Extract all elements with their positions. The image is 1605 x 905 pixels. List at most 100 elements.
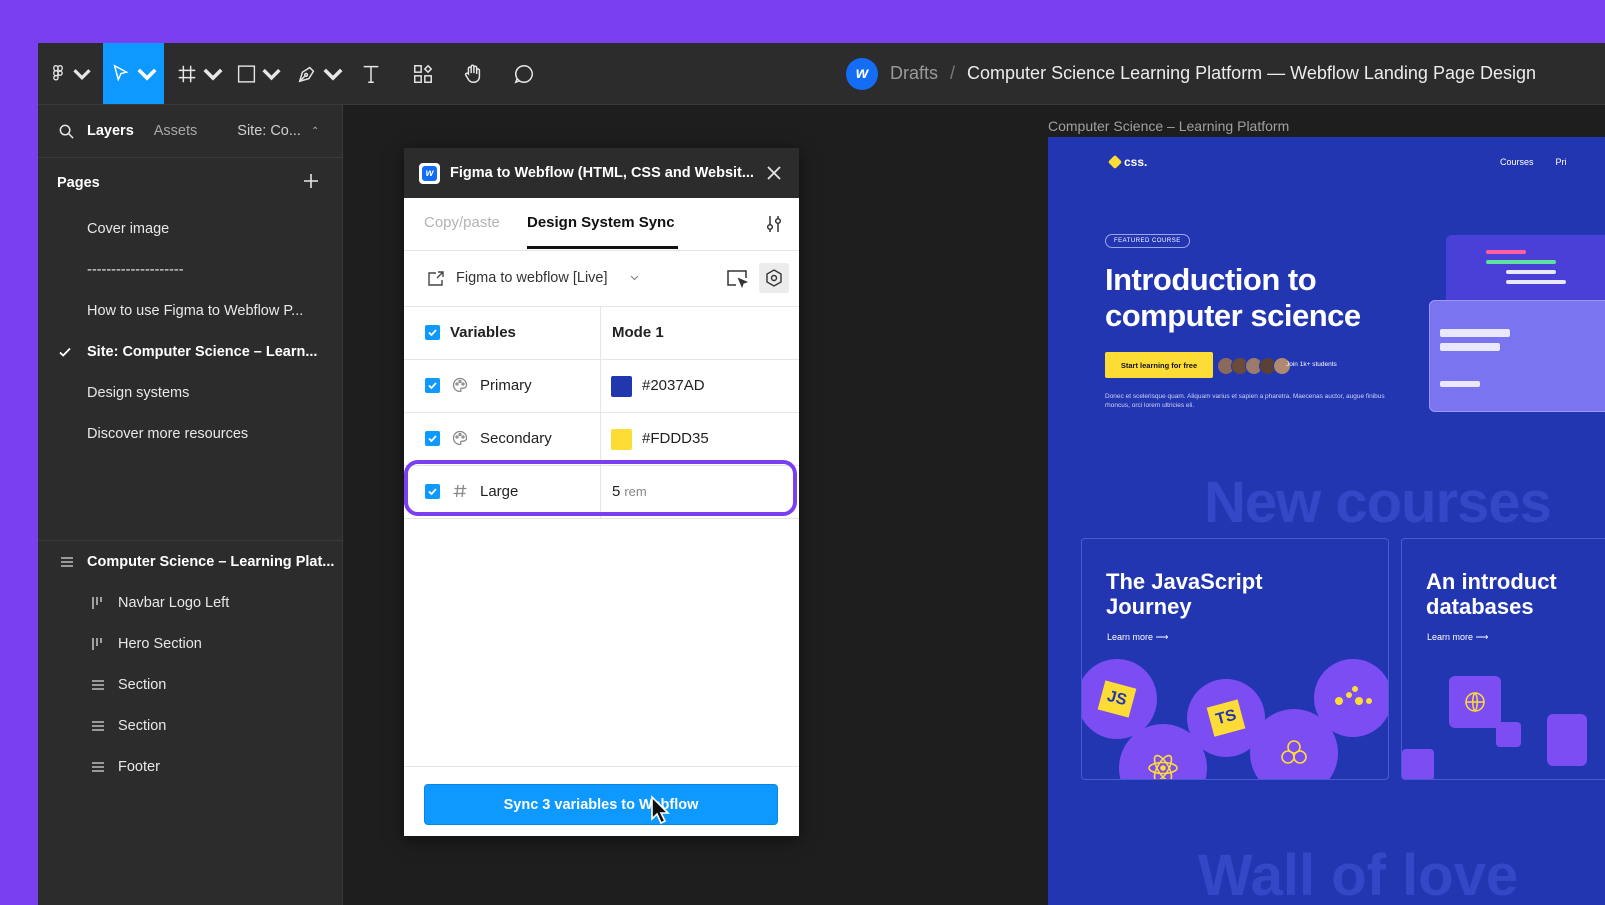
table-row[interactable]: Large 5 rem xyxy=(404,466,799,519)
nav-link: Pri xyxy=(1555,157,1567,167)
pages-header: Pages xyxy=(38,158,342,208)
course-card: The JavaScript Journey Learn more ⟶ JS T… xyxy=(1081,538,1389,780)
plugin-logo-icon: w xyxy=(419,162,440,184)
section-icon xyxy=(92,721,104,731)
color-swatch xyxy=(611,376,632,397)
chevron-up-icon[interactable]: ⌃ xyxy=(311,126,319,137)
chevron-down-icon xyxy=(323,68,343,81)
page-label: Design systems xyxy=(87,384,190,401)
tab-layers[interactable]: Layers xyxy=(87,123,134,139)
layer-item[interactable]: Hero Section xyxy=(38,623,342,664)
plugin-header[interactable]: w Figma to Webflow (HTML, CSS and Websit… xyxy=(404,148,799,198)
table-row[interactable]: Secondary #FDDD35 xyxy=(404,413,799,466)
settings-sliders-icon[interactable] xyxy=(765,214,783,234)
rectangle-icon xyxy=(237,64,256,83)
layer-label: Section xyxy=(118,676,167,693)
variable-name: Secondary xyxy=(480,430,552,447)
number-value: 5 rem xyxy=(612,483,647,500)
tab-copy-paste[interactable]: Copy/paste xyxy=(424,214,500,231)
layer-item[interactable]: Section xyxy=(38,664,342,705)
section-icon xyxy=(92,762,104,772)
figma-menu-button[interactable] xyxy=(48,43,92,104)
page-item[interactable]: Discover more resources xyxy=(38,413,342,454)
dots-bubble xyxy=(1314,659,1388,737)
chevron-down-icon xyxy=(203,68,223,81)
text-tool-button[interactable] xyxy=(356,43,386,104)
row-checkbox[interactable] xyxy=(425,484,440,499)
landing-page-frame[interactable]: css. Courses Pri FEATURED COURSE Introduc… xyxy=(1048,137,1605,905)
resources-button[interactable] xyxy=(408,43,438,104)
pen-icon xyxy=(298,66,315,82)
page-item[interactable]: Cover image xyxy=(38,208,342,249)
number-unit: rem xyxy=(624,484,647,499)
nav-link: Courses xyxy=(1500,157,1534,167)
plugin-window: w Figma to Webflow (HTML, CSS and Websit… xyxy=(404,148,799,836)
hand-tool-button[interactable] xyxy=(458,43,488,104)
layer-item[interactable]: Computer Science – Learning Plat... xyxy=(38,541,342,582)
tab-assets[interactable]: Assets xyxy=(154,123,198,139)
active-tab-indicator xyxy=(527,246,678,249)
learn-more-link: Learn more ⟶ xyxy=(1427,632,1489,642)
pages-list: Cover image -------------------- How to … xyxy=(38,208,342,454)
file-name[interactable]: Computer Science Learning Platform — Web… xyxy=(967,63,1536,84)
shape-tool-button[interactable] xyxy=(236,43,282,104)
pen-tool-button[interactable] xyxy=(296,43,344,104)
row-checkbox[interactable] xyxy=(425,431,440,446)
project-select[interactable]: Figma to webflow [Live] xyxy=(456,270,608,286)
sync-variables-button[interactable]: Sync 3 variables to Webflow xyxy=(424,784,778,825)
chevron-down-icon xyxy=(73,68,91,80)
landing-logo: css. xyxy=(1107,154,1147,170)
search-icon[interactable] xyxy=(58,123,75,140)
layer-label: Footer xyxy=(118,758,160,775)
layer-item[interactable]: Section xyxy=(38,705,342,746)
network-icon xyxy=(1281,740,1307,764)
dots-icon xyxy=(1335,686,1372,705)
layer-item[interactable]: Navbar Logo Left xyxy=(38,582,342,623)
variable-value: #FDDD35 xyxy=(642,430,709,447)
column-divider xyxy=(600,307,601,359)
site-selector[interactable]: Site: Co... xyxy=(237,123,301,139)
preview-icon[interactable] xyxy=(726,269,748,289)
course-title: The JavaScript Journey xyxy=(1106,569,1263,619)
hero-title: Introduction to computer science xyxy=(1105,262,1361,333)
students-count: Join 1k+ students xyxy=(1286,361,1337,368)
chevron-down-icon xyxy=(262,68,281,80)
plugin-footer: Sync 3 variables to Webflow xyxy=(404,766,799,837)
page-label: Discover more resources xyxy=(87,425,249,442)
toolbar: w Drafts / Computer Science Learning Pla… xyxy=(38,43,1605,105)
select-all-checkbox[interactable] xyxy=(425,325,440,340)
page-item[interactable]: Design systems xyxy=(38,372,342,413)
section-icon xyxy=(92,680,104,690)
pages-title: Pages xyxy=(57,175,100,191)
table-row[interactable]: Primary #2037AD xyxy=(404,360,799,413)
color-swatch xyxy=(611,429,632,450)
layer-item[interactable]: Footer xyxy=(38,746,342,787)
breadcrumb-drafts[interactable]: Drafts xyxy=(890,63,938,84)
close-icon[interactable] xyxy=(765,164,783,182)
comment-tool-button[interactable] xyxy=(509,43,539,104)
student-avatars xyxy=(1217,357,1291,375)
move-tool-button[interactable] xyxy=(103,43,164,104)
tab-design-system-sync[interactable]: Design System Sync xyxy=(527,214,675,231)
number-hash-icon xyxy=(453,484,467,498)
page-item[interactable]: -------------------- xyxy=(38,249,342,290)
wall-of-love-heading: Wall of love xyxy=(1198,843,1519,905)
variables-column-header: Variables xyxy=(450,324,516,341)
cube-button[interactable] xyxy=(759,263,789,293)
column-divider xyxy=(600,360,601,412)
featured-badge: FEATURED COURSE xyxy=(1105,234,1190,248)
frame-tool-button[interactable] xyxy=(176,43,224,104)
frame-label[interactable]: Computer Science – Learning Platform xyxy=(1048,118,1289,134)
add-page-icon[interactable] xyxy=(302,172,320,190)
layers-list: Computer Science – Learning Plat... Navb… xyxy=(38,541,342,787)
variable-name: Large xyxy=(480,483,519,500)
variable-value: #2037AD xyxy=(642,377,705,394)
pointer-icon xyxy=(112,63,129,82)
page-item-active[interactable]: Site: Computer Science – Learn... xyxy=(38,331,342,372)
color-palette-icon xyxy=(452,430,468,446)
row-checkbox[interactable] xyxy=(425,378,440,393)
column-divider xyxy=(600,413,601,465)
page-item[interactable]: How to use Figma to Webflow P... xyxy=(38,290,342,331)
components-icon xyxy=(414,64,433,83)
chevron-down-icon[interactable] xyxy=(630,275,639,281)
